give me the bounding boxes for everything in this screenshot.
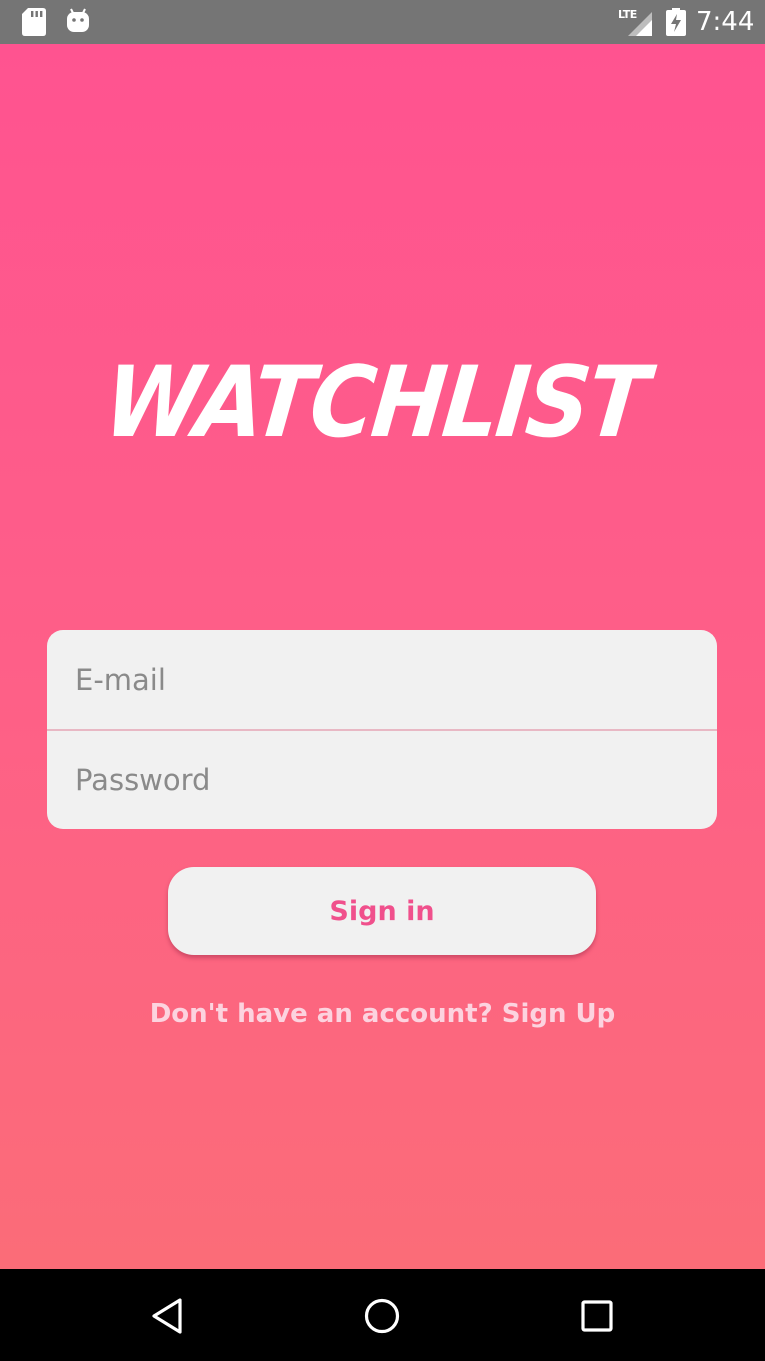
sign-up-link[interactable]: Don't have an account? Sign Up <box>0 994 765 1034</box>
lte-signal-icon: LTE <box>618 8 654 36</box>
navigation-bar <box>0 1269 765 1361</box>
recents-icon[interactable] <box>572 1291 622 1341</box>
back-icon[interactable] <box>143 1291 193 1341</box>
password-field[interactable] <box>47 730 717 829</box>
android-icon <box>66 8 90 39</box>
login-form-card <box>47 630 717 829</box>
home-icon[interactable] <box>357 1291 407 1341</box>
status-clock: 7:44 <box>696 7 755 37</box>
logo-text: WATCHLIST <box>108 346 658 456</box>
sign-in-button[interactable]: Sign in <box>168 867 596 955</box>
status-bar: LTE 7:44 <box>0 0 765 44</box>
email-field[interactable] <box>47 630 717 729</box>
sd-card-icon <box>22 8 46 41</box>
watchlist-logo: WATCHLIST <box>108 346 658 456</box>
phone-screen: LTE 7:44 WATCHLIST Sign in Don't have an <box>0 0 765 1361</box>
battery-charging-icon <box>666 8 686 41</box>
login-screen: WATCHLIST Sign in Don't have an account?… <box>0 44 765 1269</box>
